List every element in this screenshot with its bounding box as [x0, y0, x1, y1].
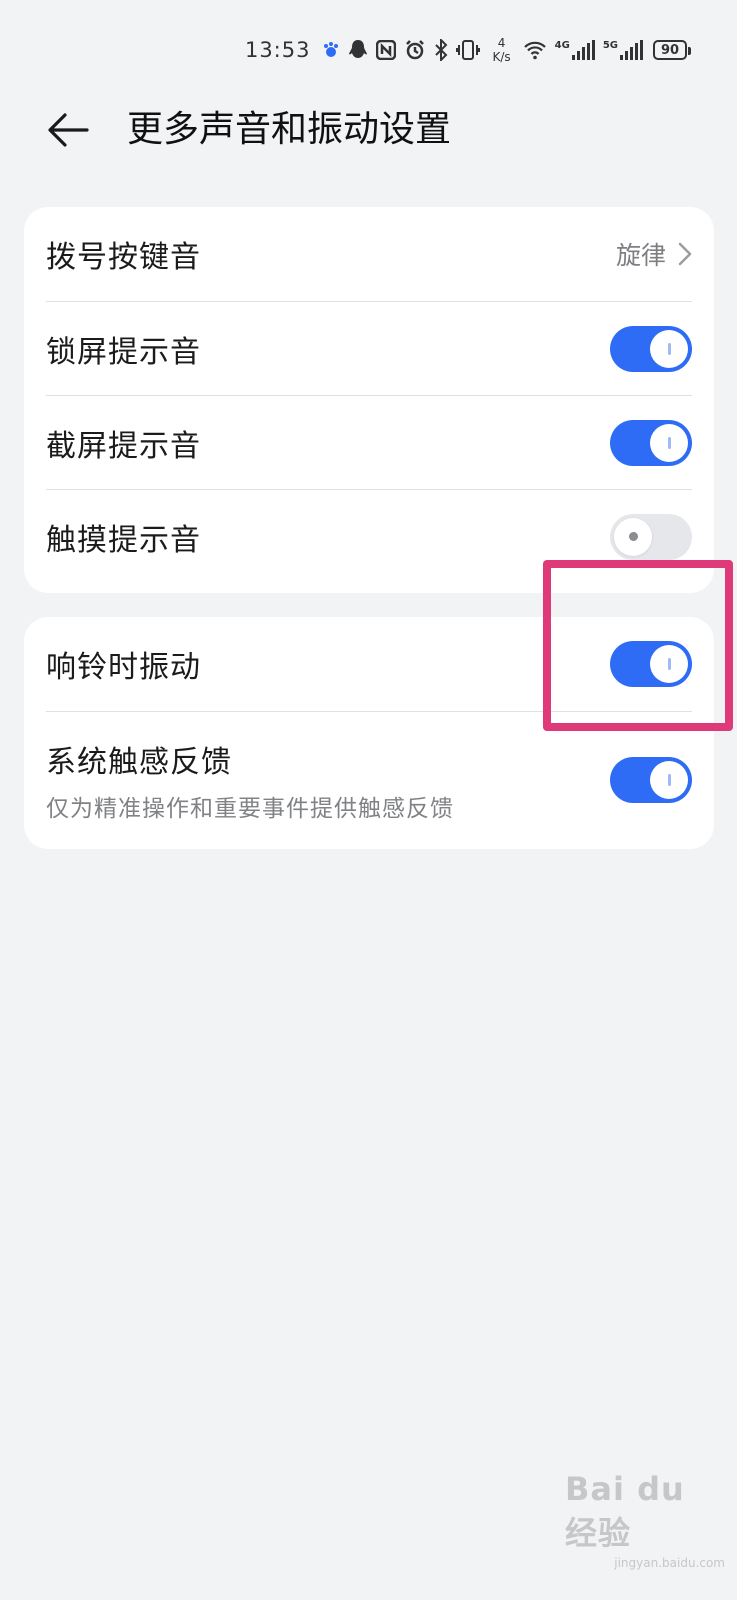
network-type-2: 5G [602, 40, 618, 51]
signal-icon: 5G [603, 40, 643, 60]
row-label: 锁屏提示音 [46, 334, 201, 370]
toggle-knob [650, 760, 688, 799]
dial-pad-tone-value: 旋律 [615, 241, 666, 270]
vibrate-icon [456, 40, 481, 60]
vibration-settings-card: 响铃时振动 系统触感反馈 仅为精准操作和重要事件提供触感反馈 [24, 617, 714, 849]
lock-screen-sound-row[interactable]: 锁屏提示音 [46, 301, 692, 395]
back-button[interactable] [40, 106, 96, 154]
row-label: 截屏提示音 [46, 428, 201, 464]
dial-pad-tone-row[interactable]: 拨号按键音 旋律 [46, 207, 692, 301]
row-label: 拨号按键音 [46, 240, 201, 275]
row-text: 系统触感反馈 仅为精准操作和重要事件提供触感反馈 [46, 737, 454, 823]
nfc-icon [376, 40, 397, 60]
toggle-knob [650, 329, 688, 368]
status-bar: 13:53 4 K/s 4G 5G 90 [244, 30, 691, 70]
battery-icon: 90 [653, 40, 691, 60]
alarm-icon [404, 39, 426, 61]
watermark-main: Bai du 经验 [565, 1470, 685, 1552]
bluetooth-icon [434, 39, 448, 61]
row-label: 触摸提示音 [46, 522, 201, 558]
status-time: 13:53 [244, 38, 311, 62]
system-haptics-toggle[interactable] [610, 756, 692, 803]
settings-page: 13:53 4 K/s 4G 5G 90 更多声音和振动设置 拨号按键音 旋律 … [0, 0, 737, 1600]
toggle-knob [650, 423, 688, 462]
arrow-left-icon [48, 113, 89, 147]
speed-unit: K/s [492, 50, 511, 64]
row-subtitle: 仅为精准操作和重要事件提供触感反馈 [46, 795, 454, 822]
screenshot-sound-toggle[interactable] [610, 419, 692, 466]
wifi-icon [523, 40, 547, 60]
sound-settings-card: 拨号按键音 旋律 锁屏提示音 截屏提示音 触摸提示音 [24, 207, 714, 593]
chevron-right-icon [678, 242, 692, 266]
qq-icon [348, 39, 368, 61]
speed-value: 4 [497, 36, 506, 50]
baidu-paw-icon [322, 41, 340, 59]
page-title: 更多声音和振动设置 [127, 109, 452, 150]
toggle-knob [650, 645, 688, 683]
screenshot-sound-row[interactable]: 截屏提示音 [46, 395, 692, 489]
app-header: 更多声音和振动设置 [0, 100, 737, 160]
toggle-knob [614, 517, 652, 556]
signal-icon: 4G [555, 40, 595, 60]
network-type-1: 4G [554, 40, 570, 51]
touch-sound-row[interactable]: 触摸提示音 [46, 489, 692, 583]
watermark-sub: jingyan.baidu.com [614, 1556, 725, 1570]
row-label: 系统触感反馈 [46, 744, 232, 780]
vibrate-on-ring-row[interactable]: 响铃时振动 [46, 617, 692, 711]
vibrate-on-ring-toggle[interactable] [610, 641, 692, 687]
network-speed: 4 K/s [492, 36, 510, 64]
battery-level: 90 [660, 42, 680, 58]
row-value: 旋律 [616, 236, 692, 272]
row-label: 响铃时振动 [46, 650, 201, 685]
touch-sound-toggle[interactable] [610, 513, 692, 560]
system-haptics-row[interactable]: 系统触感反馈 仅为精准操作和重要事件提供触感反馈 [46, 711, 692, 847]
baidu-jingyan-watermark: Bai du 经验 jingyan.baidu.com [565, 1470, 725, 1570]
lock-screen-sound-toggle[interactable] [610, 325, 692, 372]
